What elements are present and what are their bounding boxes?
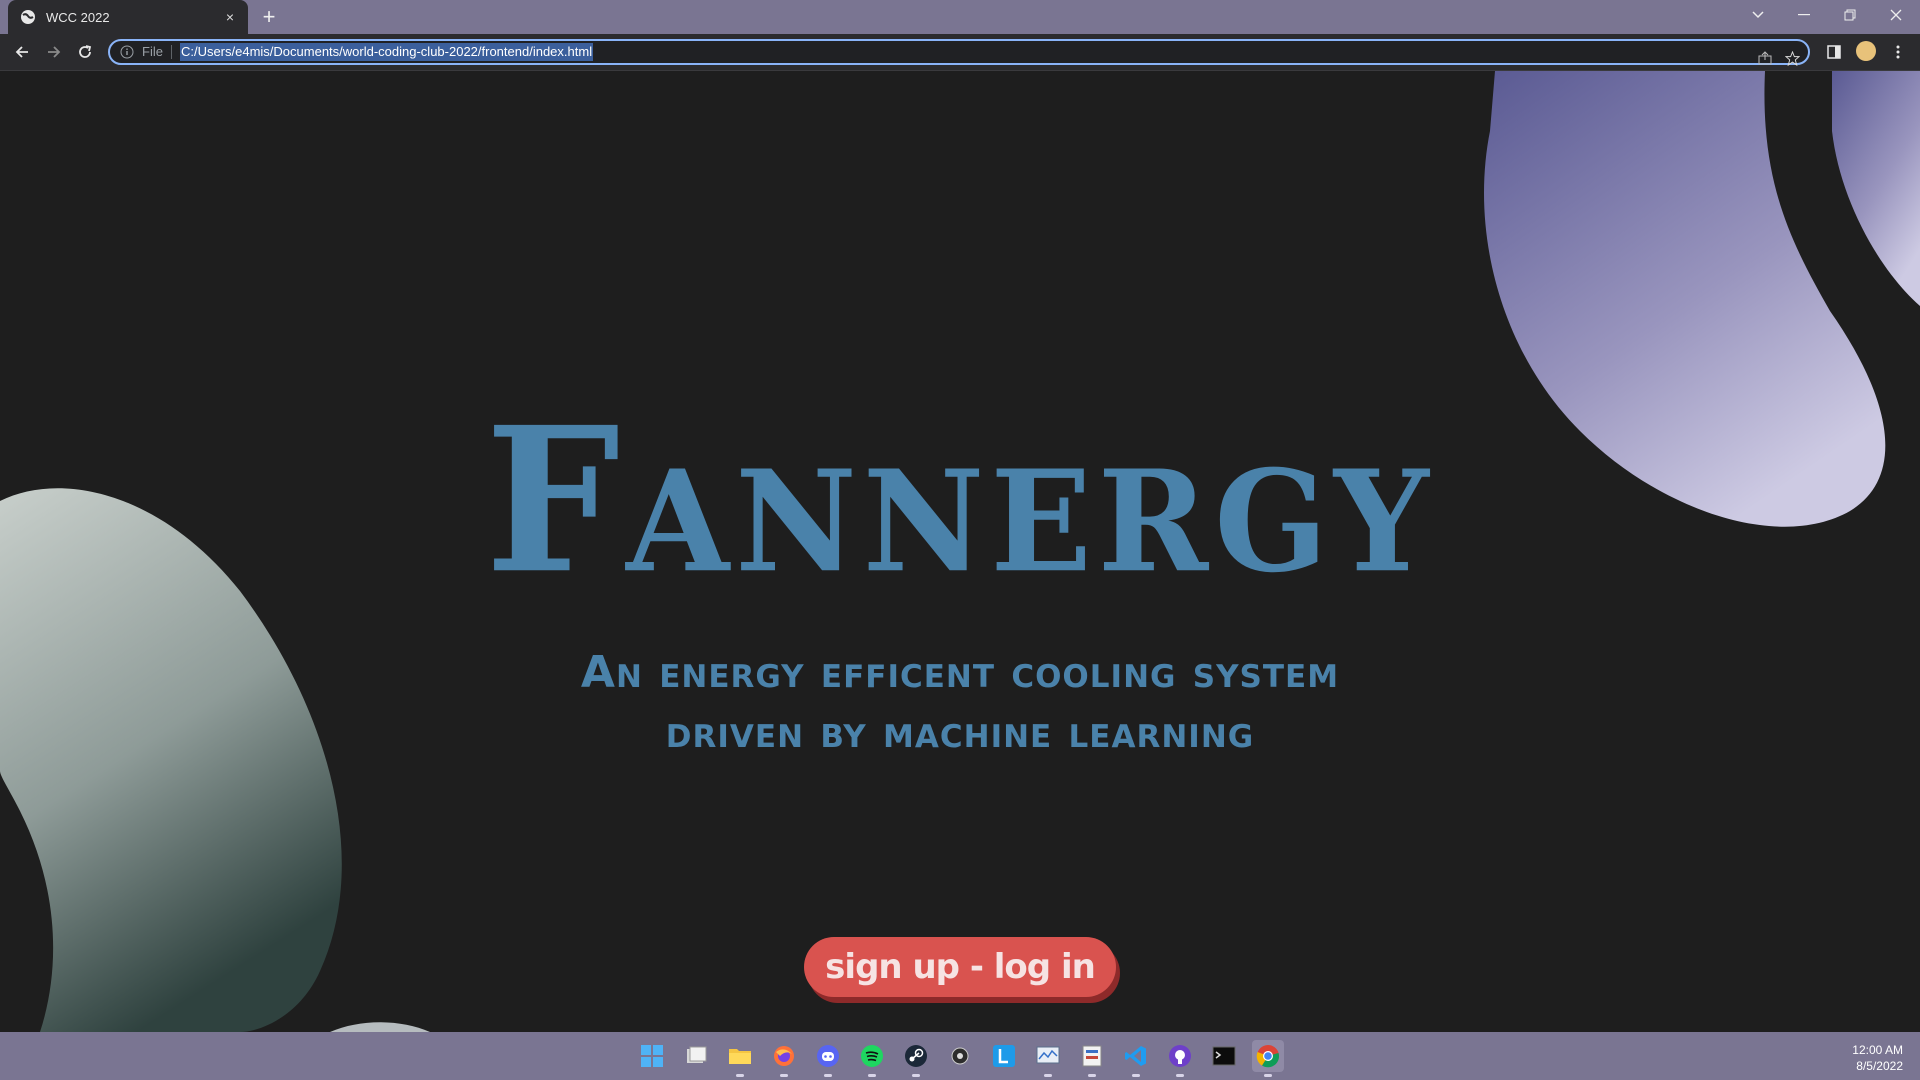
browser-toolbar: File C:/Users/e4mis/Documents/world-codi… [0,34,1920,71]
steam-icon[interactable] [900,1040,932,1077]
url-scheme: File [142,45,172,59]
close-window-icon[interactable] [1874,0,1918,30]
profile-avatar[interactable] [1856,41,1876,61]
chrome-icon[interactable] [1252,1040,1284,1077]
address-bar[interactable]: File C:/Users/e4mis/Documents/world-codi… [108,39,1810,68]
signup-login-button[interactable]: sign up - log in [804,937,1116,997]
reload-icon[interactable] [73,40,97,64]
tab-close-icon[interactable]: × [222,9,238,25]
system-clock[interactable]: 12:00 AM 8/5/2022 [1852,1042,1903,1074]
file-explorer-icon[interactable] [724,1040,756,1077]
discord-icon[interactable] [812,1040,844,1077]
task-view-icon[interactable] [680,1040,712,1072]
tool-app-icon[interactable] [1076,1040,1108,1077]
tagline-line-2: driven by machine learning [665,707,1255,758]
url-text[interactable]: C:/Users/e4mis/Documents/world-coding-cl… [179,43,594,61]
spotify-icon[interactable] [856,1040,888,1077]
bookmark-star-icon[interactable] [1782,48,1802,68]
windows-start-icon[interactable] [636,1040,668,1072]
launcher-l-icon[interactable] [988,1040,1020,1072]
tab-search-icon[interactable] [1736,0,1780,30]
back-icon[interactable] [10,40,34,64]
menu-kebab-icon[interactable] [1886,40,1910,64]
taskbar: 12:00 AM 8/5/2022 [0,1032,1920,1080]
terminal-icon[interactable] [1208,1040,1240,1072]
share-icon[interactable] [1755,48,1775,68]
tagline: An energy efficent cooling system driven… [0,643,1920,763]
github-desktop-icon[interactable] [1164,1040,1196,1077]
clock-date: 8/5/2022 [1856,1059,1903,1073]
info-icon[interactable] [120,45,134,59]
brand-title: Fannergy [485,383,1435,618]
firefox-icon[interactable] [768,1040,800,1077]
tab-strip: WCC 2022 × + [0,0,1920,34]
vscode-icon[interactable] [1120,1040,1152,1077]
tab-title: WCC 2022 [46,9,110,25]
tagline-line-1: An energy efficent cooling system [580,647,1340,698]
clock-time: 12:00 AM [1852,1043,1903,1057]
monitor-app-icon[interactable] [1032,1040,1064,1077]
forward-icon[interactable] [42,40,66,64]
side-panel-icon[interactable] [1822,40,1846,64]
new-tab-button[interactable]: + [258,6,280,28]
browser-tab[interactable]: WCC 2022 × [8,0,248,34]
obs-icon[interactable] [944,1040,976,1072]
globe-icon [21,10,35,24]
minimize-icon[interactable] [1782,0,1826,30]
restore-icon[interactable] [1828,0,1872,30]
web-page: Fannergy An energy efficent cooling syst… [0,71,1920,1032]
